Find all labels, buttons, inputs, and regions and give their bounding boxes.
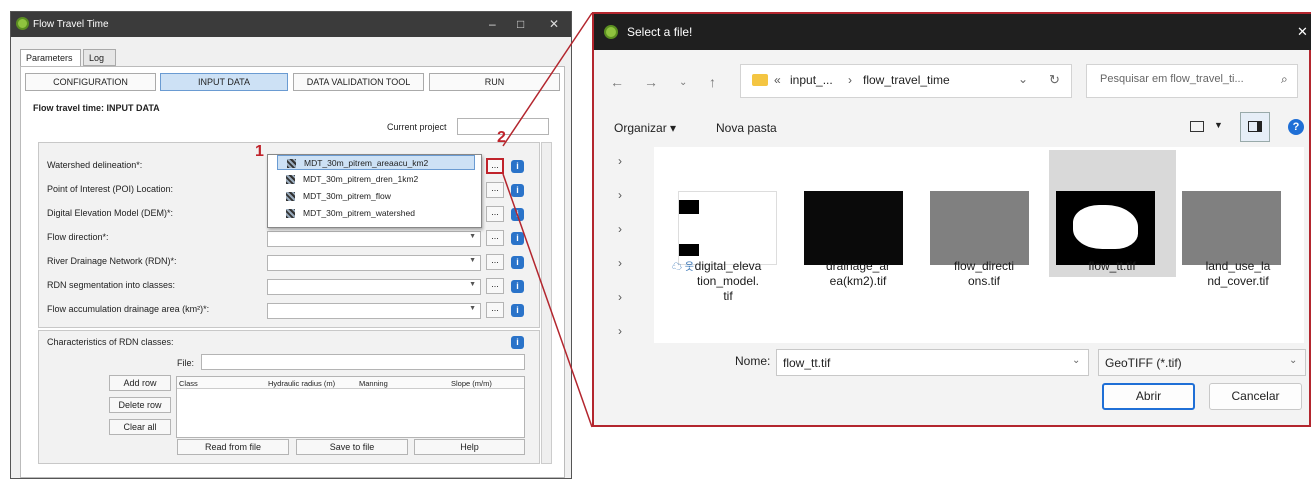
expand-chevron-icon[interactable]: › bbox=[618, 324, 622, 338]
refresh-icon[interactable]: ↻ bbox=[1049, 72, 1060, 88]
folder-icon bbox=[752, 74, 768, 86]
file-name-line: ea(km2).tif bbox=[829, 274, 887, 288]
file-item-flow-directions[interactable]: flow_directi ons.tif bbox=[932, 259, 1036, 289]
file-thumbnail[interactable] bbox=[1182, 191, 1281, 265]
new-folder-button[interactable]: Nova pasta bbox=[716, 121, 777, 135]
qgis-logo-icon bbox=[604, 25, 618, 39]
help-icon[interactable]: ? bbox=[1288, 119, 1304, 135]
file-name-line: land_use_la bbox=[1205, 259, 1271, 273]
file-name-line: flow_directi bbox=[953, 259, 1015, 273]
file-name-value: flow_tt.tif bbox=[783, 356, 831, 370]
file-thumbnail[interactable] bbox=[1056, 191, 1155, 265]
file-item-flow-tt[interactable]: flow_tt.tif bbox=[1060, 259, 1164, 274]
view-mode-icon[interactable] bbox=[1190, 121, 1204, 132]
open-button[interactable]: Abrir bbox=[1102, 383, 1195, 410]
expand-chevron-icon[interactable]: › bbox=[618, 256, 622, 270]
expand-chevron-icon[interactable]: › bbox=[618, 188, 622, 202]
chevron-down-icon[interactable]: ⌄ bbox=[1018, 72, 1028, 86]
back-arrow-icon[interactable]: ← bbox=[610, 74, 624, 90]
organize-menu[interactable]: Organizar ▾ bbox=[614, 121, 676, 135]
file-thumbnail[interactable] bbox=[930, 191, 1029, 265]
file-type-select[interactable]: GeoTIFF (*.tif) ⌄ bbox=[1098, 349, 1306, 376]
file-thumbnail[interactable] bbox=[804, 191, 903, 265]
file-name-line: tif bbox=[723, 289, 733, 303]
breadcrumb-prefix: « bbox=[774, 73, 781, 87]
file-name-line: nd_cover.tif bbox=[1207, 274, 1269, 288]
file-name-input[interactable]: flow_tt.tif ⌄ bbox=[776, 349, 1089, 376]
dialog-title-bar: Select a file! ✕ bbox=[594, 14, 1311, 50]
file-thumbnail[interactable] bbox=[678, 191, 777, 265]
file-name-line: drainage_ar bbox=[825, 259, 891, 273]
file-name-line: tion_model. bbox=[696, 274, 760, 288]
preview-pane-button[interactable] bbox=[1240, 112, 1270, 142]
breadcrumb-separator-icon: › bbox=[848, 73, 852, 87]
navigation-pane bbox=[594, 147, 654, 343]
expand-chevron-icon[interactable]: › bbox=[618, 154, 622, 168]
organize-label: Organizar bbox=[614, 121, 667, 135]
chevron-down-icon: ⌄ bbox=[1072, 355, 1081, 366]
file-name-label: Nome: bbox=[735, 354, 771, 368]
file-name-line: flow_tt.tif bbox=[1088, 259, 1136, 273]
up-arrow-icon[interactable]: ↑ bbox=[709, 74, 716, 90]
cancel-button[interactable]: Cancelar bbox=[1209, 383, 1302, 410]
dialog-title: Select a file! bbox=[627, 25, 693, 39]
file-name-line: ons.tif bbox=[967, 274, 1000, 288]
view-mode-dropdown-icon[interactable]: ▼ bbox=[1214, 120, 1223, 130]
dialog-close-button[interactable]: ✕ bbox=[1297, 24, 1308, 40]
preview-pane-icon bbox=[1248, 121, 1262, 132]
thumb-block bbox=[679, 244, 699, 256]
file-type-value: GeoTIFF (*.tif) bbox=[1105, 356, 1182, 370]
expand-chevron-icon[interactable]: › bbox=[618, 222, 622, 236]
search-icon: ⌕ bbox=[1281, 72, 1288, 86]
forward-arrow-icon[interactable]: → bbox=[644, 74, 658, 90]
watershed-shape bbox=[1073, 205, 1138, 249]
cloud-sync-icon: ☁ 웃 bbox=[672, 262, 694, 273]
select-file-dialog: Select a file! ✕ ← → ⌄ ↑ « input_... › f… bbox=[592, 12, 1311, 427]
search-input[interactable]: Pesquisar em flow_travel_ti... bbox=[1100, 73, 1244, 85]
expand-chevron-icon[interactable]: › bbox=[618, 290, 622, 304]
file-item-land-use[interactable]: land_use_la nd_cover.tif bbox=[1186, 259, 1290, 289]
chevron-down-icon[interactable]: ⌄ bbox=[679, 77, 687, 88]
file-item-drainage-area[interactable]: drainage_ar ea(km2).tif bbox=[806, 259, 910, 289]
chevron-down-icon: ⌄ bbox=[1289, 355, 1298, 366]
thumb-block bbox=[679, 200, 699, 214]
breadcrumb-flow-travel-time[interactable]: flow_travel_time bbox=[863, 73, 950, 87]
breadcrumb-input[interactable]: input_... bbox=[790, 73, 833, 87]
